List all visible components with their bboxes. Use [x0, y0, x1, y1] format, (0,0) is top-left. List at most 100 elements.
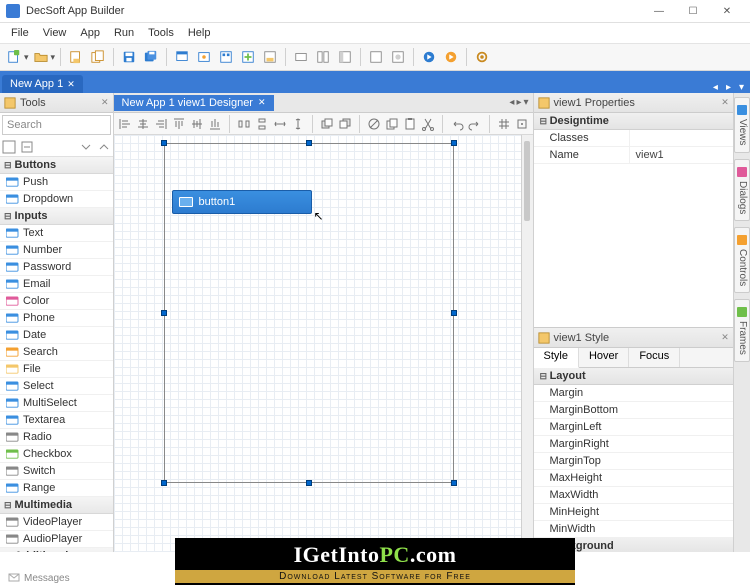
- paste-icon[interactable]: [403, 117, 417, 131]
- tool-category[interactable]: Inputs: [0, 208, 113, 225]
- resize-handle[interactable]: [451, 480, 457, 486]
- style-tab-focus[interactable]: Focus: [629, 348, 680, 367]
- resize-handle[interactable]: [161, 140, 167, 146]
- tool-item-multiselect[interactable]: MultiSelect: [0, 395, 113, 412]
- save-all-button[interactable]: [141, 47, 161, 67]
- style-row[interactable]: MinHeight: [534, 504, 733, 521]
- menu-help[interactable]: Help: [181, 25, 218, 41]
- undo-icon[interactable]: [450, 117, 464, 131]
- resize-handle[interactable]: [306, 480, 312, 486]
- tab-nav-prev[interactable]: ◂: [709, 82, 722, 93]
- tb-btn-7[interactable]: [216, 47, 236, 67]
- tools-tb-1[interactable]: [2, 140, 16, 154]
- tool-item-select[interactable]: Select: [0, 378, 113, 395]
- canvas-scrollbar[interactable]: [521, 135, 533, 552]
- tool-item-search[interactable]: Search: [0, 344, 113, 361]
- save-button[interactable]: [119, 47, 139, 67]
- snap-icon[interactable]: [515, 117, 529, 131]
- tb-btn-6[interactable]: [194, 47, 214, 67]
- style-row[interactable]: Margin: [534, 385, 733, 402]
- tab-nav-menu[interactable]: ▾: [735, 82, 748, 93]
- window-maximize-button[interactable]: ☐: [676, 0, 710, 22]
- property-row[interactable]: Classes: [534, 130, 733, 147]
- tool-item-range[interactable]: Range: [0, 480, 113, 497]
- style-row[interactable]: MarginLeft: [534, 419, 733, 436]
- menu-tools[interactable]: Tools: [141, 25, 181, 41]
- property-value[interactable]: view1: [629, 147, 733, 163]
- tools-tb-4[interactable]: [97, 140, 111, 154]
- tools-tb-3[interactable]: [79, 140, 93, 154]
- dist-v-icon[interactable]: [255, 117, 269, 131]
- app-tab-close-icon[interactable]: ✕: [67, 79, 75, 90]
- design-canvas[interactable]: button1 ↖: [114, 135, 533, 552]
- style-section[interactable]: Layout: [534, 368, 733, 385]
- tool-item-radio[interactable]: Radio: [0, 429, 113, 446]
- style-row[interactable]: MaxWidth: [534, 487, 733, 504]
- dtab-menu[interactable]: ▾: [523, 97, 528, 108]
- menu-view[interactable]: View: [36, 25, 74, 41]
- designer-tab-close-icon[interactable]: ✕: [258, 97, 266, 108]
- tb-btn-11[interactable]: [313, 47, 333, 67]
- tools-tb-2[interactable]: [20, 140, 34, 154]
- resize-handle[interactable]: [451, 140, 457, 146]
- redo-icon[interactable]: [468, 117, 482, 131]
- side-tab-controls[interactable]: Controls: [734, 227, 750, 293]
- same-h-icon[interactable]: [291, 117, 305, 131]
- tb-btn-5[interactable]: [172, 47, 192, 67]
- copy-icon[interactable]: [385, 117, 399, 131]
- tb-btn-2[interactable]: [88, 47, 108, 67]
- tool-item-password[interactable]: Password: [0, 259, 113, 276]
- side-tab-frames[interactable]: Frames: [734, 299, 750, 362]
- menu-app[interactable]: App: [73, 25, 107, 41]
- style-tab-style[interactable]: Style: [534, 348, 579, 368]
- dist-h-icon[interactable]: [237, 117, 251, 131]
- resize-handle[interactable]: [451, 310, 457, 316]
- resize-handle[interactable]: [161, 310, 167, 316]
- style-row[interactable]: MinWidth: [534, 521, 733, 538]
- menu-file[interactable]: File: [4, 25, 36, 41]
- dtab-prev[interactable]: ◂: [509, 97, 514, 108]
- tool-item-audioplayer[interactable]: AudioPlayer: [0, 531, 113, 548]
- tool-item-color[interactable]: Color: [0, 293, 113, 310]
- cut-icon[interactable]: [421, 117, 435, 131]
- tb-btn-8[interactable]: [238, 47, 258, 67]
- tool-item-file[interactable]: File: [0, 361, 113, 378]
- tool-item-checkbox[interactable]: Checkbox: [0, 446, 113, 463]
- same-w-icon[interactable]: [273, 117, 287, 131]
- side-tab-views[interactable]: Views: [734, 97, 750, 153]
- no-icon[interactable]: [367, 117, 381, 131]
- open-button[interactable]: [31, 47, 51, 67]
- window-close-button[interactable]: ✕: [710, 0, 744, 22]
- tb-btn-9[interactable]: [260, 47, 280, 67]
- send-back-icon[interactable]: [338, 117, 352, 131]
- tool-category[interactable]: Additional: [0, 548, 113, 552]
- resize-handle[interactable]: [306, 140, 312, 146]
- window-minimize-button[interactable]: —: [642, 0, 676, 22]
- property-row[interactable]: Nameview1: [534, 147, 733, 164]
- properties-body[interactable]: Designtime ClassesNameview1: [534, 113, 733, 327]
- align-mid-icon[interactable]: [190, 117, 204, 131]
- tb-btn-12[interactable]: [335, 47, 355, 67]
- side-tab-dialogs[interactable]: Dialogs: [734, 159, 750, 221]
- tool-item-videoplayer[interactable]: VideoPlayer: [0, 514, 113, 531]
- tab-nav-next[interactable]: ▸: [722, 82, 735, 93]
- align-bot-icon[interactable]: [208, 117, 222, 131]
- style-body[interactable]: LayoutMarginMarginBottomMarginLeftMargin…: [534, 368, 733, 552]
- prop-section[interactable]: Designtime: [534, 113, 733, 130]
- tool-item-dropdown[interactable]: Dropdown: [0, 191, 113, 208]
- tb-btn-1[interactable]: [66, 47, 86, 67]
- tool-item-push[interactable]: Push: [0, 174, 113, 191]
- bring-front-icon[interactable]: [320, 117, 334, 131]
- designer-tab[interactable]: New App 1 view1 Designer ✕: [114, 95, 274, 111]
- style-row[interactable]: MarginTop: [534, 453, 733, 470]
- app-tab[interactable]: New App 1 ✕: [2, 75, 83, 93]
- canvas-button1[interactable]: button1: [172, 190, 312, 214]
- tb-btn-10[interactable]: [291, 47, 311, 67]
- style-row[interactable]: MarginRight: [534, 436, 733, 453]
- align-right-icon[interactable]: [154, 117, 168, 131]
- open-dropdown-icon[interactable]: ▾: [51, 52, 56, 63]
- tool-item-textarea[interactable]: Textarea: [0, 412, 113, 429]
- tool-item-date[interactable]: Date: [0, 327, 113, 344]
- new-dropdown-icon[interactable]: ▾: [24, 52, 29, 63]
- tool-item-number[interactable]: Number: [0, 242, 113, 259]
